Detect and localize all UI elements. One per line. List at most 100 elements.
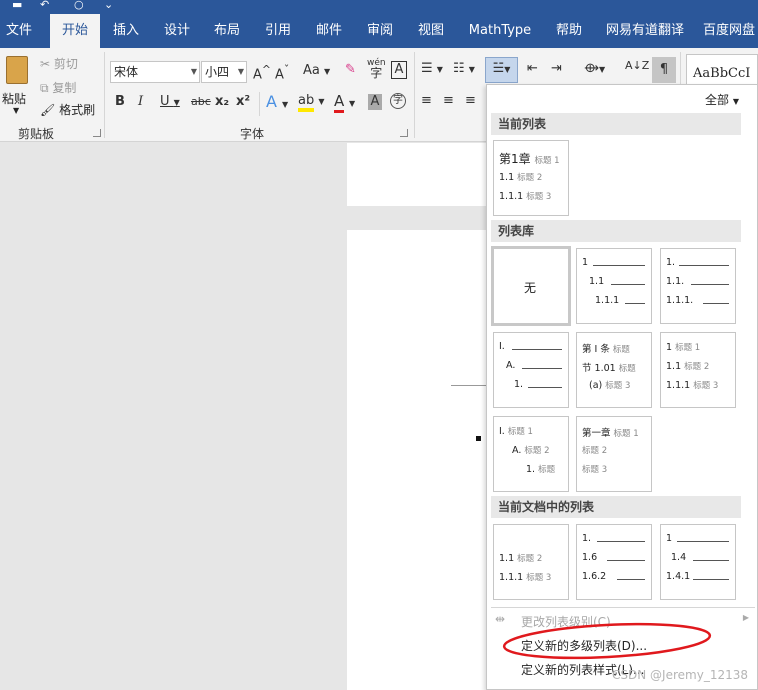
bullets-button[interactable]: ☰ ▼ (421, 61, 443, 76)
font-size-select[interactable]: 小四 ▼ (201, 61, 247, 83)
border-char: A (394, 62, 404, 77)
increase-indent-button[interactable]: ⇥ (551, 61, 562, 76)
clipboard-launcher-icon[interactable] (93, 129, 101, 137)
tile-level-number: A. (512, 445, 522, 456)
current-list-tile[interactable]: 第1章 标题 1 1.1 标题 2 1.1.1 标题 3 (493, 140, 569, 216)
tile-level-number: 1.4 (671, 552, 687, 563)
document-list-tile[interactable]: 1.1 标题 2 1.1.1 标题 3 (493, 524, 569, 600)
document-page-top[interactable] (347, 143, 487, 206)
tab-youdao[interactable]: 网易有道翻译 (600, 14, 690, 48)
align-right-button[interactable]: ≡ (465, 93, 476, 108)
document-list-tile[interactable]: 1 1.4 1.4.1 (660, 524, 736, 600)
separator (259, 92, 260, 116)
separator (104, 52, 105, 138)
subscript-button[interactable]: x₂ (215, 94, 229, 109)
watermark: CSDN @Jeremy_12138 (612, 668, 748, 682)
tile-level-number: I. (499, 341, 505, 352)
enclose-characters-button[interactable]: 字 (390, 93, 406, 109)
tab-review[interactable]: 审阅 (359, 14, 401, 48)
superscript-icon: x² (236, 94, 251, 109)
sort-button[interactable]: A↓Z (625, 59, 649, 72)
tile-level-number: 1.1.1 (499, 572, 524, 583)
tile-level-label: 标题 2 (684, 362, 710, 372)
show-marks-button[interactable]: ¶ (652, 57, 676, 83)
chinese-layout-button[interactable]: ⟴▼ (584, 61, 605, 76)
redo-icon[interactable]: ○ (74, 0, 84, 10)
copy-button[interactable]: ⧉ 复制 (40, 79, 76, 96)
tab-help[interactable]: 帮助 (548, 14, 590, 48)
character-border-button[interactable]: A (391, 61, 407, 79)
save-icon[interactable]: ▬ (12, 0, 22, 10)
copy-label: 复制 (52, 81, 77, 95)
list-library-tile[interactable]: I. 标题 1 A. 标题 2 1. 标题 (493, 416, 569, 492)
undo-icon[interactable]: ↶ (40, 0, 49, 10)
font-name-select[interactable]: 宋体 ▼ (110, 61, 200, 83)
tab-baidu[interactable]: 百度网盘 (700, 14, 758, 48)
grow-font-button[interactable]: A^ (253, 63, 271, 82)
decrease-indent-button[interactable]: ⇤ (527, 61, 538, 76)
numbering-button[interactable]: ☷ ▼ (453, 61, 475, 76)
list-library-tile[interactable]: I. A. 1. (493, 332, 569, 408)
dropdown-icon[interactable]: ⌄ (104, 0, 113, 10)
strikethrough-button[interactable]: abc (191, 95, 211, 108)
filter-value: 全部 (705, 93, 730, 107)
tab-layout[interactable]: 布局 (206, 14, 248, 48)
tile-level-label: 标题 1 (534, 156, 560, 166)
underline-icon: U (160, 94, 170, 109)
list-library-tile[interactable]: 1. 1.1. 1.1.1. (660, 248, 736, 324)
tile-level-label: 标题 3 (582, 465, 608, 475)
font-color-icon: A (334, 92, 345, 113)
define-multilevel-list-item[interactable]: 定义新的多级列表(D)... (487, 633, 757, 657)
style-preview-text: AaBbCcI (693, 66, 751, 81)
shrink-font-button[interactable]: Aˇ (275, 63, 289, 82)
tab-view[interactable]: 视图 (410, 14, 452, 48)
clear-formatting-button[interactable]: ✎ (345, 62, 356, 77)
superscript-button[interactable]: x² (236, 94, 250, 109)
tab-home[interactable]: 开始 (50, 14, 100, 48)
list-library-none[interactable]: 无 (491, 246, 571, 326)
format-painter-button[interactable]: 🖌 格式刷 (40, 101, 95, 118)
change-case-button[interactable]: Aa ▼ (303, 63, 330, 78)
grow-font-icon: A (253, 67, 262, 83)
tile-level-label: 标题 2 (517, 173, 543, 183)
tile-level-label: 标题 1 (613, 429, 639, 439)
tile-level-number: 1 (666, 533, 673, 544)
character-shading-button[interactable]: A (368, 94, 382, 110)
document-page[interactable] (347, 230, 487, 690)
tab-insert[interactable]: 插入 (105, 14, 147, 48)
tile-level-label: 标题 (612, 345, 630, 355)
tile-level-number: (a) (589, 380, 603, 391)
list-library-tile[interactable]: 1 1.1 1.1.1 (576, 248, 652, 324)
tile-level-number: 1. (514, 379, 524, 390)
cut-button[interactable]: ✂ 剪切 (40, 55, 78, 72)
text-effects-button[interactable]: A ▼ (266, 92, 288, 111)
font-color-button[interactable]: A ▼ (334, 92, 355, 113)
cut-label: 剪切 (53, 57, 78, 71)
document-list-tile[interactable]: 1. 1.6 1.6.2 (576, 524, 652, 600)
tab-file[interactable]: 文件 (0, 14, 38, 48)
tab-design[interactable]: 设计 (156, 14, 198, 48)
list-library-tile[interactable]: 1 标题 1 1.1 标题 2 1.1.1 标题 3 (660, 332, 736, 408)
tile-level-label: 标题 (618, 364, 636, 374)
bold-button[interactable]: B (115, 94, 125, 109)
tab-mailings[interactable]: 邮件 (308, 14, 350, 48)
underline-button[interactable]: U ▼ (160, 94, 180, 109)
italic-button[interactable]: I (138, 94, 143, 109)
tile-level-number: 1.6 (582, 552, 598, 563)
align-left-button[interactable]: ≡ (421, 93, 432, 108)
tile-level-number: 1. (666, 257, 676, 268)
filter-dropdown[interactable]: 全部 ▼ (705, 91, 739, 108)
change-list-level-item[interactable]: ⇹ 更改列表级别(C) ▶ (487, 609, 757, 633)
multilevel-list-button[interactable]: ☱▼ (485, 57, 518, 83)
font-launcher-icon[interactable] (400, 129, 408, 137)
tab-mathtype[interactable]: MathType (464, 14, 536, 48)
tab-references[interactable]: 引用 (257, 14, 299, 48)
list-library-tile[interactable]: 第一章 标题 1 标题 2 标题 3 (576, 416, 652, 492)
paste-button[interactable]: 粘贴 ▼ (2, 52, 32, 118)
phonetic-guide-button[interactable]: wén 字 (367, 58, 386, 80)
list-library-tile[interactable]: 第 I 条 标题 节 1.01 标题 (a) 标题 3 (576, 332, 652, 408)
center-button[interactable]: ≡ (443, 93, 454, 108)
strikethrough-icon: abc (191, 95, 211, 108)
tile-level-number: 1.1.1. (666, 295, 694, 306)
highlight-button[interactable]: ab ▼ (298, 93, 325, 112)
